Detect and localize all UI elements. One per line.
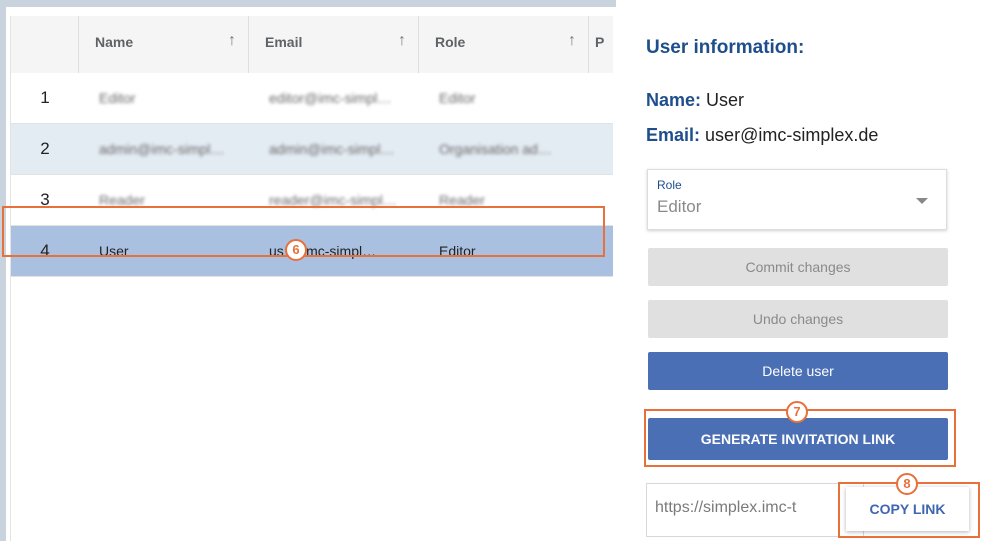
sort-arrow-icon[interactable]: ↑ bbox=[398, 32, 406, 50]
header-name[interactable]: Name ↑ bbox=[79, 16, 249, 73]
cell-email: editor@imc-simpl… bbox=[269, 90, 392, 106]
header-role-label: Role bbox=[435, 34, 466, 50]
role-select[interactable]: Role Editor bbox=[647, 169, 947, 230]
cell-role: Organisation ad… bbox=[439, 141, 552, 157]
invitation-link-value: https://simplex.imc-t bbox=[655, 499, 797, 516]
table-row-selected[interactable]: 4 User us imc-simpl… Editor bbox=[11, 226, 613, 277]
table-header: Name ↑ Email ↑ Role ↑ P bbox=[11, 16, 613, 74]
header-index-cell bbox=[11, 16, 79, 73]
cell-role: Editor bbox=[439, 243, 476, 259]
cell-email-end: imc-simpl… bbox=[303, 243, 377, 259]
header-email-label: Email bbox=[265, 34, 303, 50]
role-select-value: Editor bbox=[657, 197, 702, 216]
header-truncated[interactable]: P bbox=[589, 16, 613, 73]
user-table: Name ↑ Email ↑ Role ↑ P 1 Editor editor@… bbox=[10, 16, 613, 541]
cell-email: admin@imc-simpl… bbox=[269, 141, 395, 157]
header-email[interactable]: Email ↑ bbox=[249, 16, 419, 73]
cell-name: Reader bbox=[99, 192, 145, 208]
commit-changes-button[interactable]: Commit changes bbox=[648, 248, 948, 286]
user-email-line: Email: user@imc-simplex.de bbox=[646, 125, 878, 146]
invitation-link-field[interactable]: https://simplex.imc-t bbox=[646, 483, 864, 537]
table-row[interactable]: 2 admin@imc-simpl… admin@imc-simpl… Orga… bbox=[11, 124, 613, 175]
row-number: 1 bbox=[40, 88, 50, 107]
row-number: 2 bbox=[40, 139, 50, 158]
name-key: Name: bbox=[646, 90, 702, 110]
table-row[interactable]: 1 Editor editor@imc-simpl… Editor bbox=[11, 73, 613, 124]
delete-user-button[interactable]: Delete user bbox=[648, 352, 948, 390]
email-value: user@imc-simplex.de bbox=[705, 125, 879, 145]
table-row[interactable]: 3 Reader reader@imc-simpl… Reader bbox=[11, 175, 613, 226]
name-value: User bbox=[706, 90, 745, 110]
panel-title: User information: bbox=[646, 37, 805, 58]
sort-arrow-icon[interactable]: ↑ bbox=[568, 32, 576, 50]
user-name-line: Name: User bbox=[646, 90, 744, 111]
cell-role: Reader bbox=[439, 192, 485, 208]
step-badge-7: 7 bbox=[786, 401, 808, 423]
cell-name: admin@imc-simpl… bbox=[99, 141, 225, 157]
cell-name: User bbox=[99, 243, 129, 259]
email-key: Email: bbox=[646, 125, 701, 145]
cell-email: reader@imc-simpl… bbox=[269, 192, 397, 208]
cell-name: Editor bbox=[99, 90, 136, 106]
header-name-label: Name bbox=[95, 34, 134, 50]
undo-changes-button[interactable]: Undo changes bbox=[648, 300, 948, 338]
role-select-label: Role bbox=[657, 178, 682, 192]
step-badge-6: 6 bbox=[285, 239, 307, 261]
step-badge-8: 8 bbox=[896, 473, 918, 495]
sort-arrow-icon[interactable]: ↑ bbox=[228, 32, 236, 50]
window-frame-left bbox=[0, 0, 6, 541]
dropdown-caret-icon bbox=[916, 198, 928, 204]
window-frame-top bbox=[6, 0, 616, 7]
header-truncated-label: P bbox=[595, 34, 605, 50]
row-number: 4 bbox=[40, 241, 50, 260]
row-number: 3 bbox=[40, 190, 50, 209]
cell-role: Editor bbox=[439, 90, 476, 106]
header-role[interactable]: Role ↑ bbox=[419, 16, 589, 73]
